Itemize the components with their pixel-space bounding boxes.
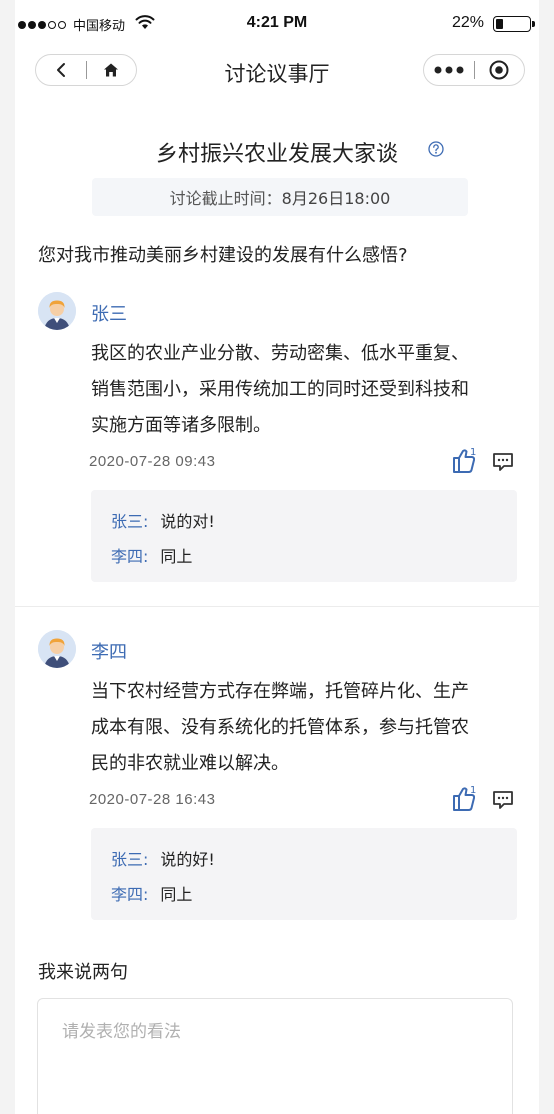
phone-screen: 中国移动 4:21 PM 22% 讨论议事厅 乡村振兴农业发展大家谈 讨论截止时… <box>15 0 539 1114</box>
reply-author[interactable]: 张三: <box>111 850 148 869</box>
nav-right-capsule <box>423 54 525 86</box>
avatar[interactable] <box>38 292 76 330</box>
close-miniprogram-button[interactable] <box>474 55 524 85</box>
like-count: 1 <box>470 447 477 458</box>
user-avatar-icon <box>38 292 76 330</box>
comment-text: 我区的农业产业分散、劳动密集、低水平重复、 销售范围小，采用传统加工的同时还受到… <box>91 336 521 444</box>
status-bar: 中国移动 4:21 PM 22% <box>15 0 539 48</box>
discussion-question: 您对我市推动美丽乡村建设的发展有什么感悟? <box>38 245 408 266</box>
more-button[interactable] <box>424 55 474 85</box>
comment-icon[interactable] <box>492 790 514 810</box>
reply-text: 同上 <box>160 547 193 566</box>
comment-text-line: 成本有限、没有系统化的托管体系，参与托管农 <box>91 717 469 738</box>
deadline-banner: 讨论截止时间： 8月26日18:00 <box>92 178 468 216</box>
more-dots-icon <box>434 66 464 74</box>
reply-author[interactable]: 李四: <box>111 885 148 904</box>
comment-icon[interactable] <box>492 452 514 472</box>
comment-text: 当下农村经营方式存在弊端，托管碎片化、生产 成本有限、没有系统化的托管体系，参与… <box>91 674 521 782</box>
comment-text-line: 销售范围小，采用传统加工的同时还受到科技和 <box>91 379 469 400</box>
reply-item: 张三: 说的好! <box>111 846 215 870</box>
topic-title: 乡村振兴农业发展大家谈 <box>155 142 398 167</box>
comment-author[interactable]: 李四 <box>91 638 127 664</box>
target-circle-icon <box>489 60 509 80</box>
comment-author[interactable]: 张三 <box>91 300 127 326</box>
comment-text-line: 民的非农就业难以解决。 <box>91 753 289 774</box>
help-icon[interactable] <box>428 141 444 157</box>
comment-text-line: 当下农村经营方式存在弊端，托管碎片化、生产 <box>91 681 469 702</box>
nav-bar: 讨论议事厅 <box>15 48 539 96</box>
reply-item: 李四: 同上 <box>111 881 192 905</box>
compose-title: 我来说两句 <box>38 962 128 983</box>
battery-icon <box>493 16 535 32</box>
battery-percent: 22% <box>451 14 484 31</box>
like-count: 1 <box>470 785 477 796</box>
reply-item: 张三: 说的对! <box>111 508 215 532</box>
reply-author[interactable]: 李四: <box>111 547 148 566</box>
thumbs-up-icon[interactable] <box>451 448 481 474</box>
comment-timestamp: 2020-07-28 16:43 <box>89 791 216 808</box>
avatar[interactable] <box>38 630 76 668</box>
reply-item: 李四: 同上 <box>111 543 192 567</box>
deadline-value: 8月26日18:00 <box>281 189 391 208</box>
divider <box>15 606 539 607</box>
replies-box: 张三: 说的对! 李四: 同上 <box>91 490 517 582</box>
thumbs-up-icon[interactable] <box>451 786 481 812</box>
reply-author[interactable]: 张三: <box>111 512 148 531</box>
reply-text: 同上 <box>160 885 193 904</box>
comment-text-line: 我区的农业产业分散、劳动密集、低水平重复、 <box>91 343 469 364</box>
user-avatar-icon <box>38 630 76 668</box>
comment-text-line: 实施方面等诸多限制。 <box>91 415 271 436</box>
compose-box <box>37 998 513 1114</box>
comment-timestamp: 2020-07-28 09:43 <box>89 453 216 470</box>
reply-text: 说的对! <box>160 512 215 531</box>
reply-text: 说的好! <box>160 850 215 869</box>
replies-box: 张三: 说的好! 李四: 同上 <box>91 828 517 920</box>
deadline-label: 讨论截止时间： <box>169 189 282 208</box>
comment-input[interactable] <box>38 999 512 1114</box>
